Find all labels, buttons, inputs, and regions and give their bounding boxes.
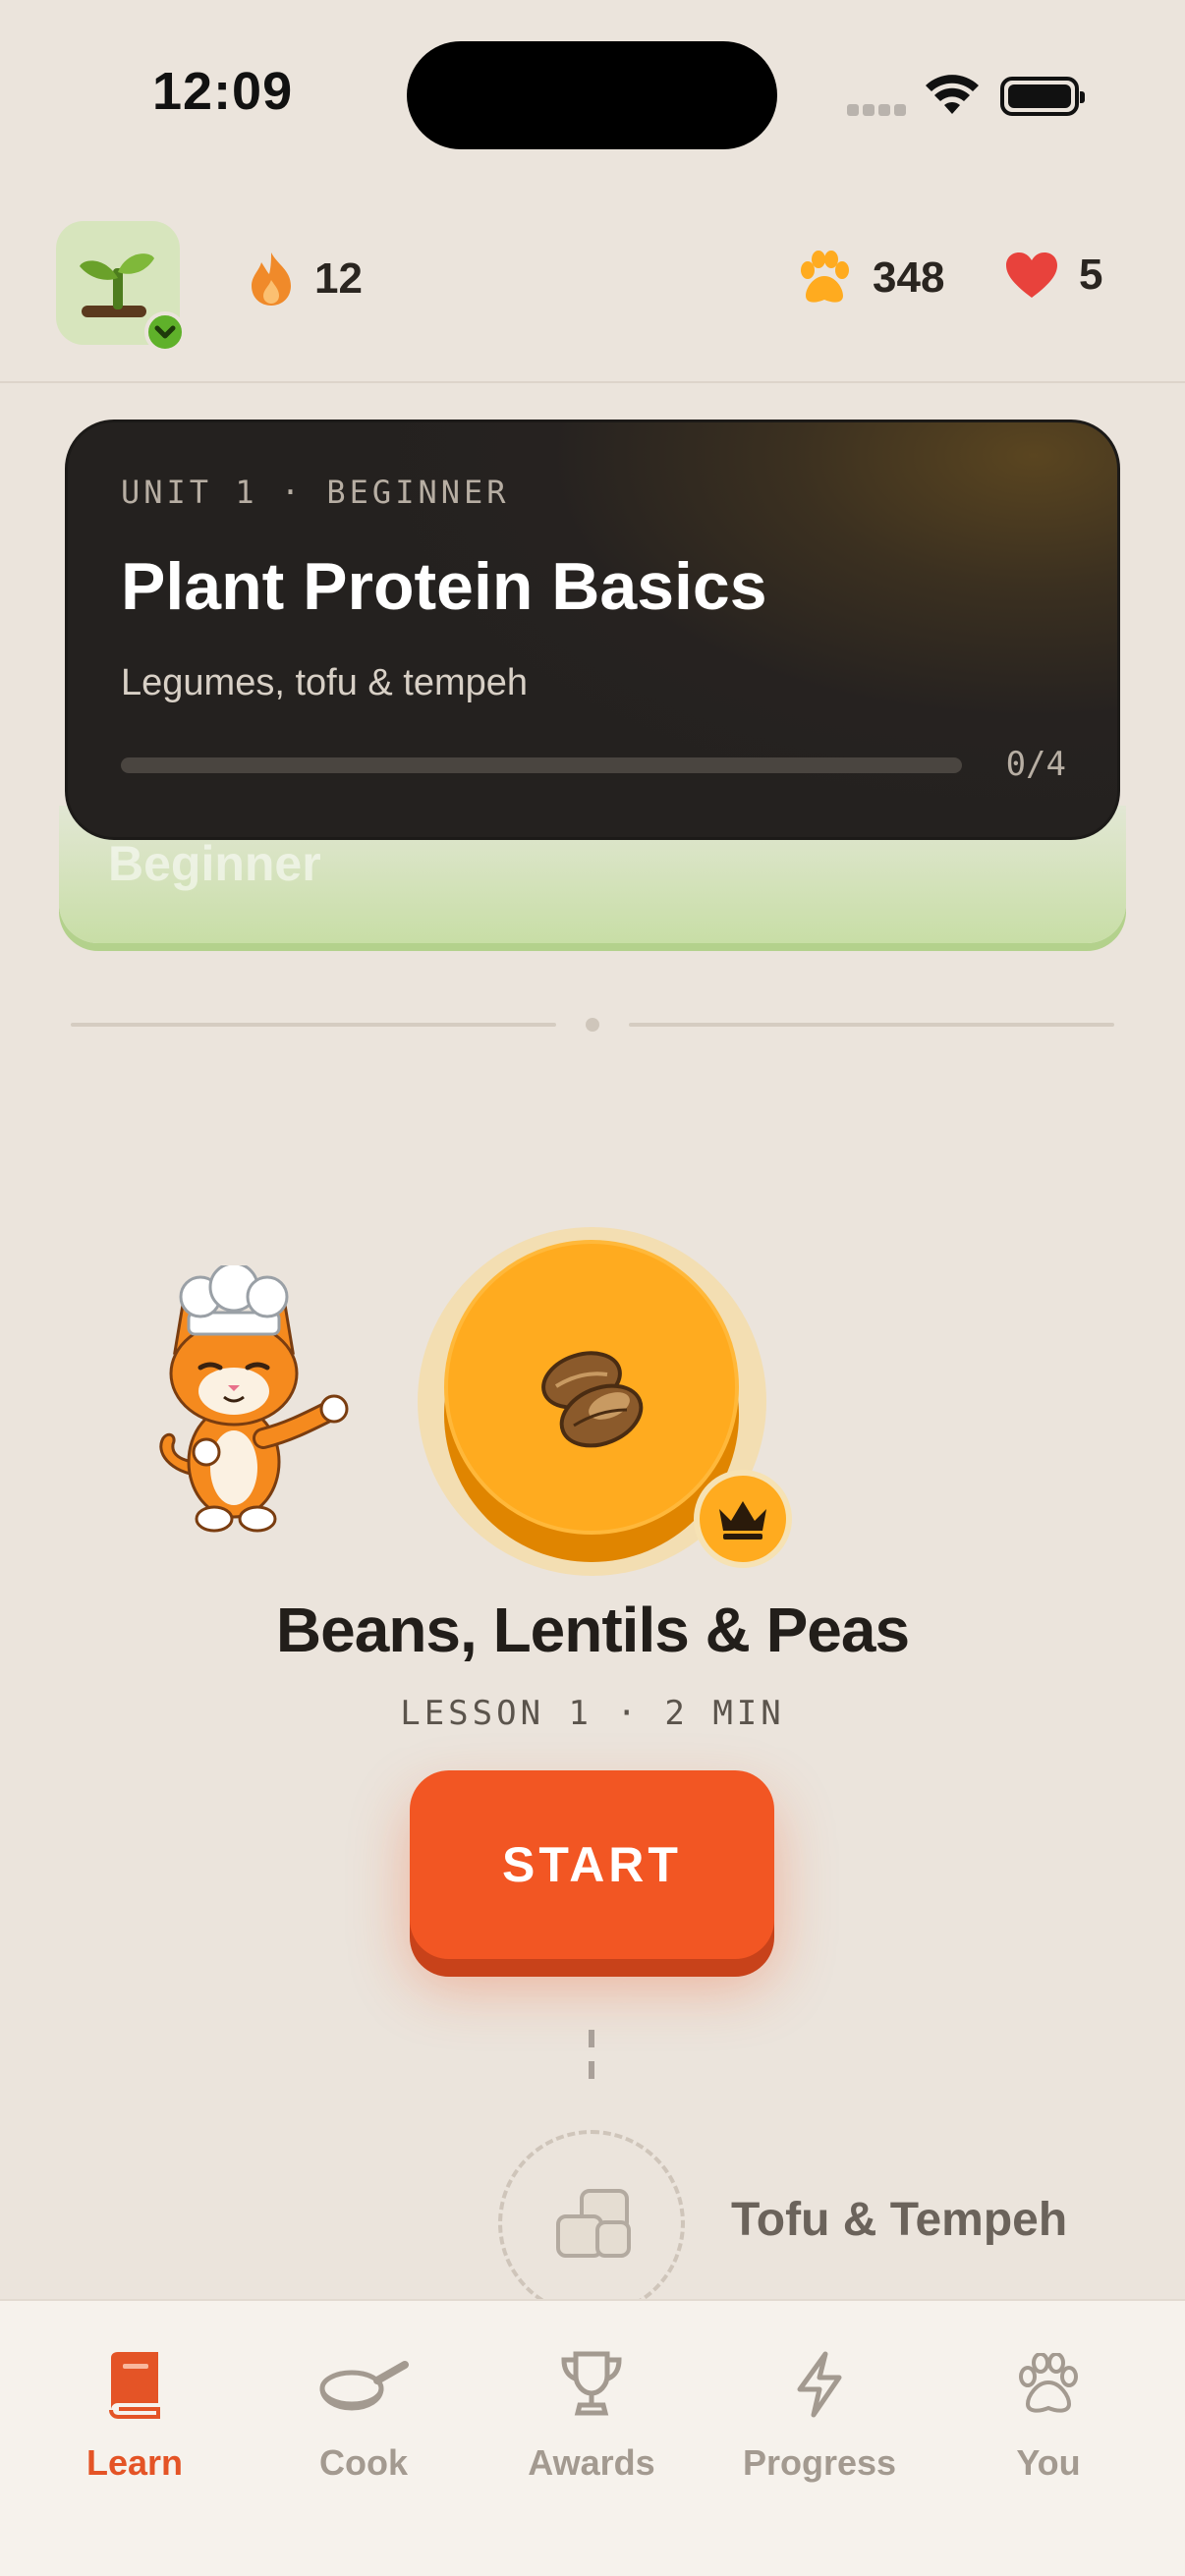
divider-dot xyxy=(586,1018,599,1032)
course-switcher-button[interactable] xyxy=(56,221,186,353)
streak-counter[interactable]: 12 xyxy=(248,251,363,308)
tab-cook-label: Cook xyxy=(319,2442,408,2483)
paws-count: 348 xyxy=(873,253,945,302)
status-time: 12:09 xyxy=(152,62,294,121)
crown-icon xyxy=(719,1501,766,1540)
battery-icon xyxy=(1000,77,1085,116)
tab-you[interactable]: You xyxy=(950,2340,1147,2484)
start-lesson-button[interactable]: START xyxy=(410,1770,774,1959)
checkmark-icon xyxy=(144,311,186,353)
status-bar: 12:09 xyxy=(0,0,1185,196)
tab-you-label: You xyxy=(1016,2442,1081,2483)
book-icon xyxy=(109,2352,160,2419)
next-lesson-title: Tofu & Tempeh xyxy=(731,2194,1068,2246)
stacked-card-label: Beginner xyxy=(108,836,321,891)
hearts-count: 5 xyxy=(1079,251,1103,299)
wifi-icon xyxy=(926,75,979,114)
lesson-title: Beans, Lentils & Peas xyxy=(275,1595,910,1665)
bottom-tab-bar: Learn Cook Awards Progress You xyxy=(0,2299,1185,2576)
unit-progress-bar xyxy=(121,757,962,773)
lesson-meta: LESSON 1 · 2 MIN xyxy=(400,1694,785,1733)
paw-icon xyxy=(801,251,849,303)
tab-awards-label: Awards xyxy=(528,2442,655,2483)
lightning-icon xyxy=(797,2351,842,2418)
hearts-counter[interactable]: 5 xyxy=(1004,251,1102,300)
unit-subtitle: Legumes, tofu & tempeh xyxy=(121,662,529,703)
tab-cook[interactable]: Cook xyxy=(265,2340,462,2484)
tab-awards[interactable]: Awards xyxy=(493,2340,690,2484)
trophy-icon xyxy=(561,2351,622,2416)
paw-outline-icon xyxy=(1019,2353,1078,2413)
tab-learn[interactable]: Learn xyxy=(36,2340,233,2484)
streak-count: 12 xyxy=(314,254,363,303)
tab-progress-label: Progress xyxy=(742,2442,897,2483)
unit-card[interactable]: UNIT 1 · BEGINNER Plant Protein Basics L… xyxy=(65,420,1120,840)
tofu-icon xyxy=(556,2189,631,2258)
top-header: 12 348 5 xyxy=(0,196,1185,383)
dynamic-island xyxy=(407,41,777,149)
flame-icon xyxy=(252,252,291,306)
chef-cat-mascot xyxy=(159,1265,349,1533)
divider-left xyxy=(71,1023,556,1027)
path-connector xyxy=(589,2030,594,2079)
beans-icon xyxy=(541,1351,644,1448)
crown-badge xyxy=(694,1470,792,1568)
tab-progress[interactable]: Progress xyxy=(721,2340,918,2484)
divider-right xyxy=(629,1023,1114,1027)
cellular-signal-icon xyxy=(847,103,910,117)
paws-counter[interactable]: 348 xyxy=(796,251,944,306)
heart-icon xyxy=(1006,252,1057,298)
unit-eyebrow: UNIT 1 · BEGINNER xyxy=(121,474,510,511)
pan-icon xyxy=(319,2361,409,2411)
unit-title: Plant Protein Basics xyxy=(121,549,767,624)
tab-learn-label: Learn xyxy=(85,2442,184,2483)
unit-progress-label: 0/4 xyxy=(1005,745,1066,784)
